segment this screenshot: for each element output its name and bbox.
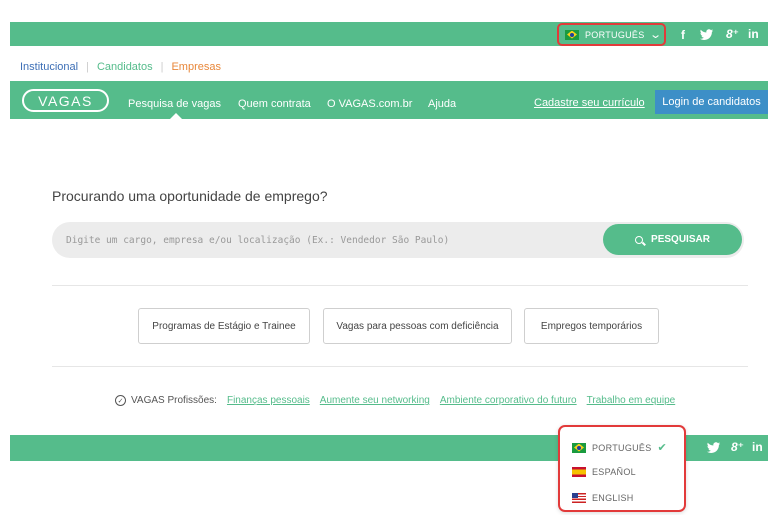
twitter-icon[interactable] <box>707 442 721 454</box>
usa-flag-icon <box>572 493 586 503</box>
nav-quem-contrata[interactable]: Quem contrata <box>238 98 311 110</box>
brazil-flag-icon <box>565 29 579 40</box>
google-plus-icon[interactable]: 8⁺ <box>731 440 744 454</box>
empregos-temporarios-button[interactable]: Empregos temporários <box>524 308 659 344</box>
link-trabalho-equipe[interactable]: Trabalho em equipe <box>587 395 676 406</box>
nav-ajuda[interactable]: Ajuda <box>428 98 456 110</box>
active-nav-indicator <box>170 113 182 119</box>
language-option-espanol[interactable]: ESPAÑOL <box>572 467 636 477</box>
subnav-separator: | <box>86 61 89 73</box>
cadastre-curriculo-link[interactable]: Cadastre seu currículo <box>534 97 645 109</box>
search-button-label: PESQUISAR <box>651 234 710 245</box>
sub-nav: Institucional | Candidatos | Empresas <box>20 61 221 73</box>
estagio-trainee-button[interactable]: Programas de Estágio e Trainee <box>138 308 310 344</box>
subnav-empresas[interactable]: Empresas <box>171 61 221 73</box>
language-option-english[interactable]: ENGLISH <box>572 493 634 503</box>
subnav-separator: | <box>160 61 164 73</box>
nav-o-vagas[interactable]: O VAGAS.com.br <box>327 98 412 110</box>
search-input[interactable] <box>66 231 586 249</box>
language-option-label: PORTUGUÊS <box>592 442 652 453</box>
search-button[interactable]: PESQUISAR <box>603 224 742 255</box>
login-candidatos-button[interactable]: Login de candidatos <box>655 90 768 114</box>
link-ambiente-corporativo[interactable]: Ambiente corporativo do futuro <box>440 395 577 406</box>
spain-flag-icon <box>572 467 586 477</box>
pcd-vagas-button[interactable]: Vagas para pessoas com deficiência <box>323 308 512 344</box>
brazil-flag-icon <box>572 442 586 453</box>
language-option-label: ESPAÑOL <box>592 467 636 477</box>
subnav-institucional[interactable]: Institucional <box>20 61 78 73</box>
profissoes-label: VAGAS Profissões: <box>131 395 217 406</box>
check-circle-icon: ✓ <box>115 395 126 406</box>
search-heading: Procurando uma oportunidade de emprego? <box>52 188 328 204</box>
chevron-down-icon: ⌄ <box>648 29 662 41</box>
language-dropdown: PORTUGUÊS ✔ ESPAÑOL ENGLISH <box>558 425 686 512</box>
search-icon <box>635 235 644 244</box>
google-plus-icon[interactable]: 8⁺ <box>726 27 739 41</box>
link-financas-pessoais[interactable]: Finanças pessoais <box>227 395 310 406</box>
divider <box>52 366 748 367</box>
facebook-icon[interactable]: f <box>681 28 685 42</box>
linkedin-icon[interactable]: in <box>748 27 759 41</box>
link-networking[interactable]: Aumente seu networking <box>320 395 430 406</box>
vagas-logo[interactable]: VAGAS <box>22 89 109 112</box>
language-selector[interactable]: PORTUGUÊS ⌄ <box>557 23 666 46</box>
nav-pesquisa-de-vagas[interactable]: Pesquisa de vagas <box>128 98 221 110</box>
twitter-icon[interactable] <box>700 29 714 41</box>
language-selected-label: PORTUGUÊS <box>585 29 645 40</box>
linkedin-icon[interactable]: in <box>752 440 763 454</box>
divider <box>52 285 748 286</box>
subnav-candidatos[interactable]: Candidatos <box>97 61 153 73</box>
language-option-label: ENGLISH <box>592 493 634 503</box>
language-option-portugues[interactable]: PORTUGUÊS ✔ <box>572 441 667 454</box>
checkmark-icon: ✔ <box>657 442 668 454</box>
vagas-profissoes: ✓ VAGAS Profissões: Finanças pessoais Au… <box>115 395 675 406</box>
